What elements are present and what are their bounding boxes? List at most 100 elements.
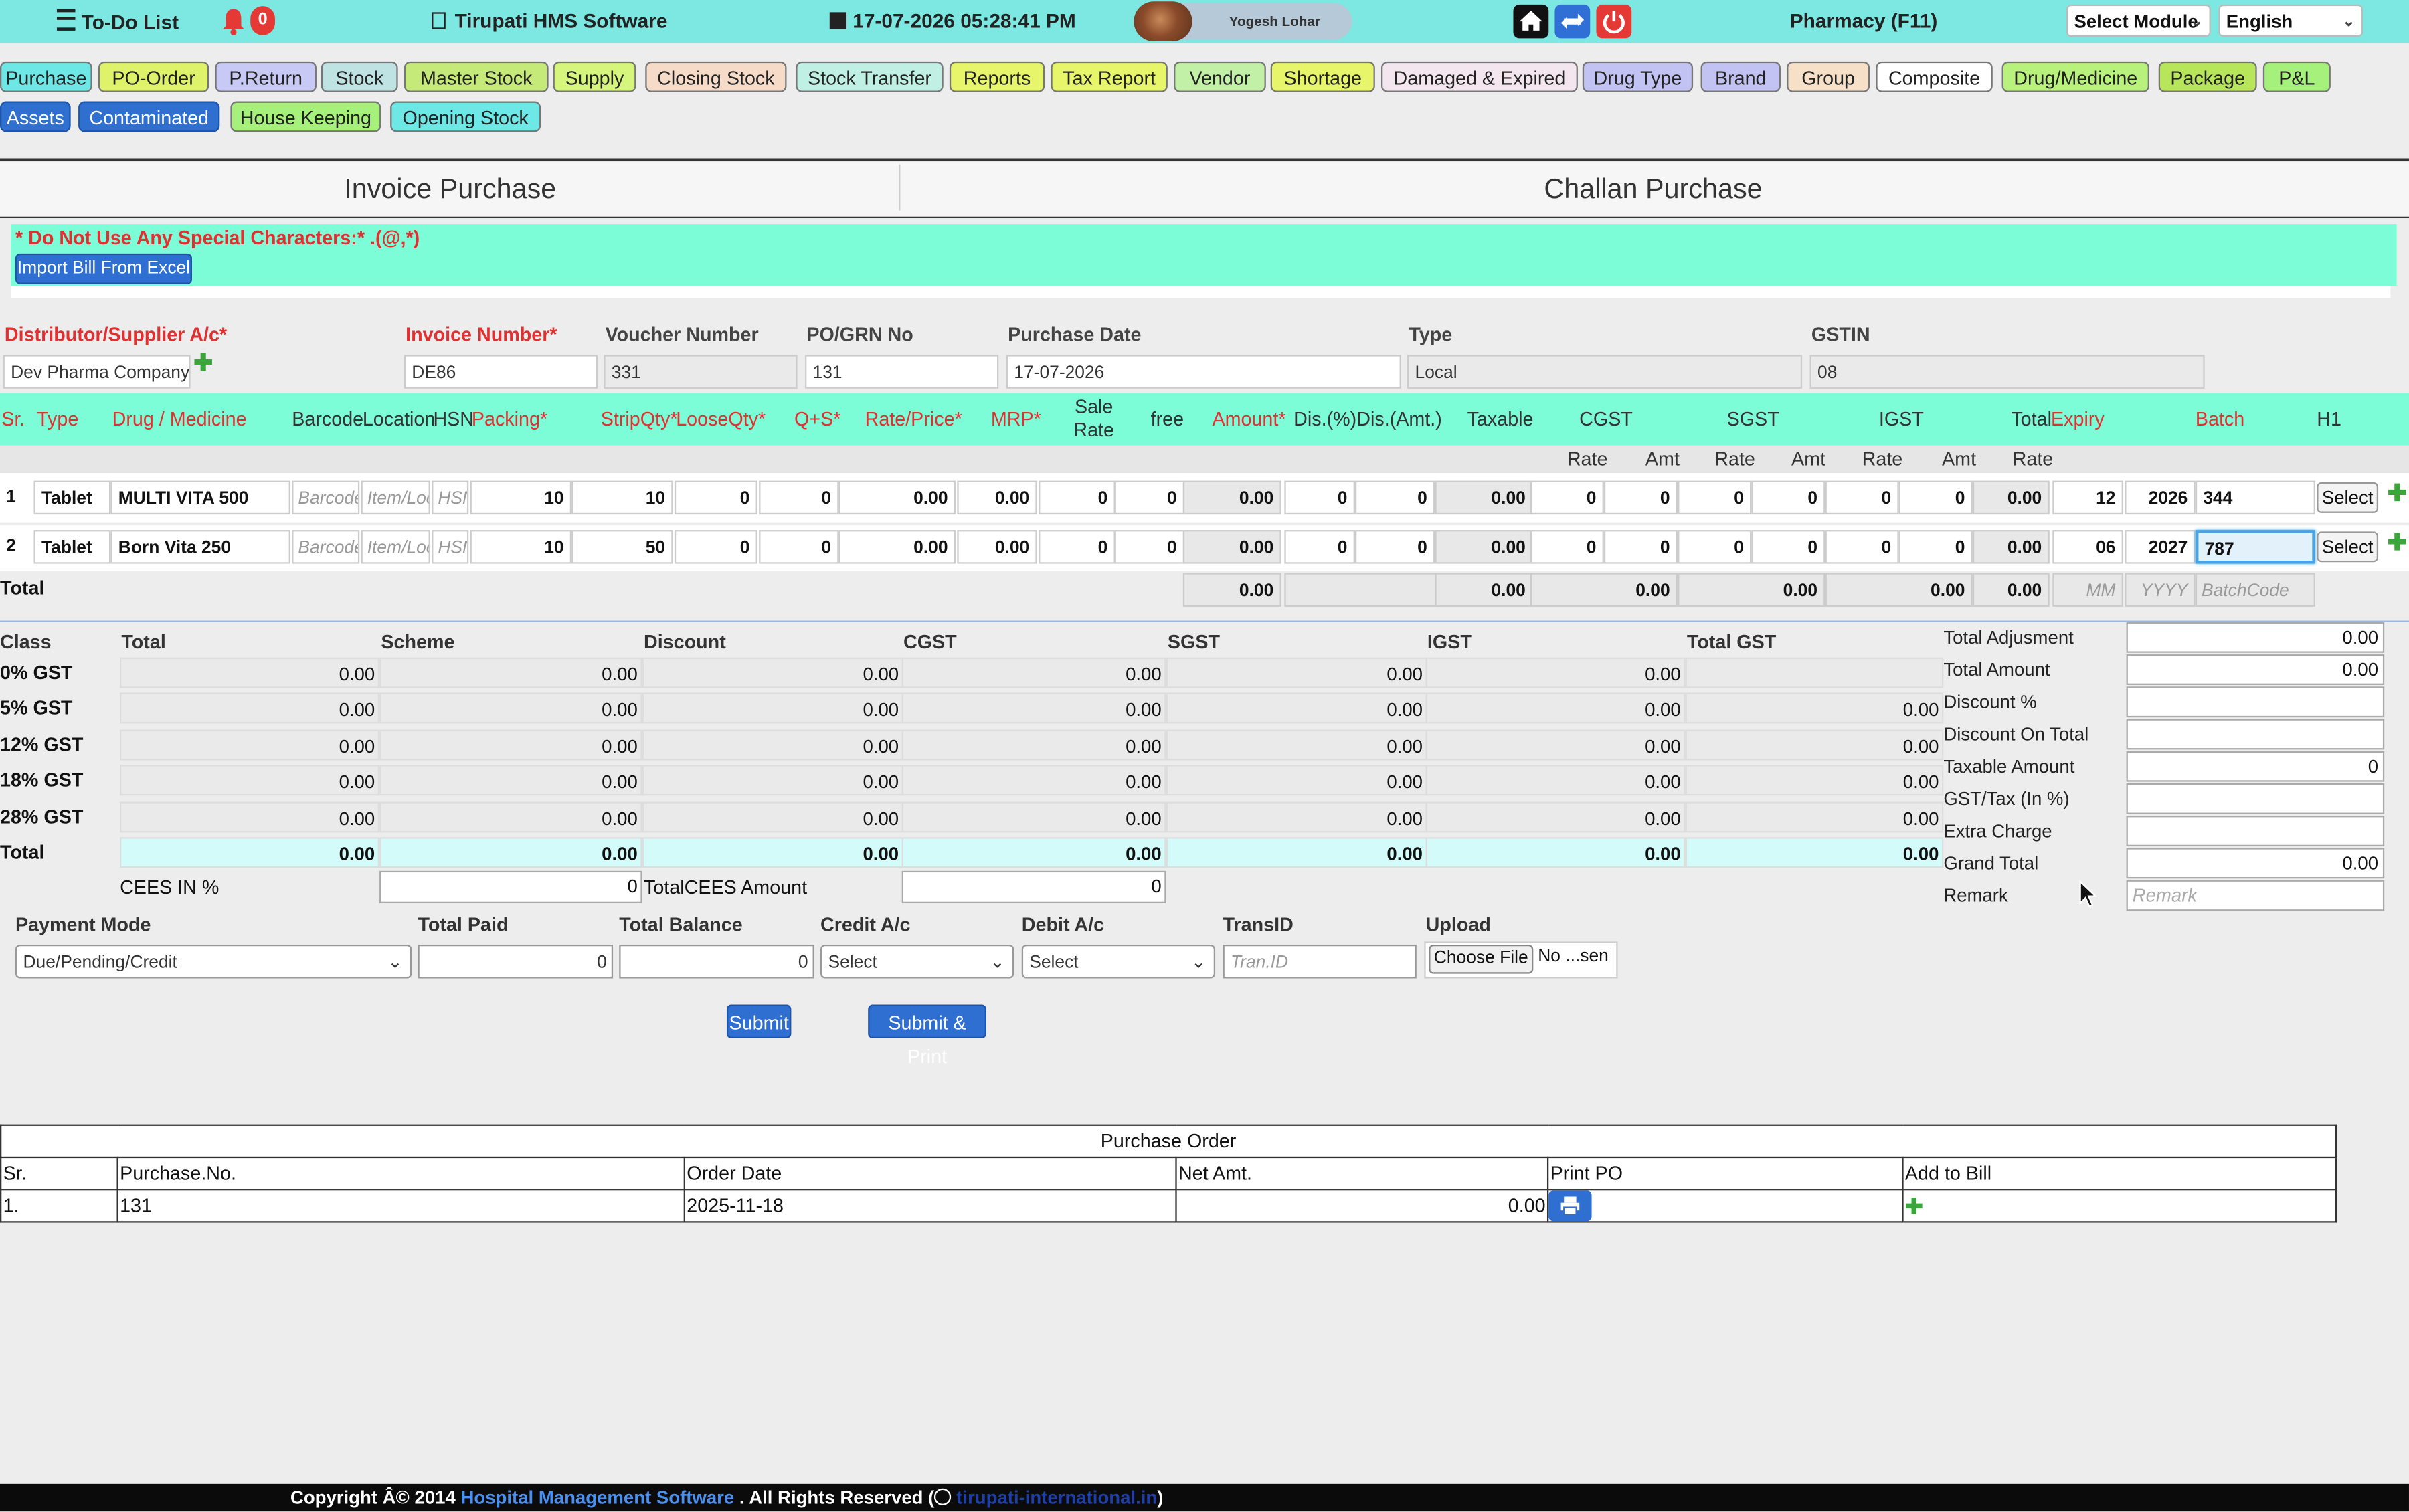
footer-link-hms[interactable]: Hospital Management Software [460, 1487, 734, 1508]
invoice-field[interactable]: DE86 [404, 355, 598, 389]
total-paid-input[interactable]: 0 [418, 944, 614, 979]
nav-composite-button[interactable]: Composite [1876, 61, 1993, 92]
item-ph-barcode-cell[interactable]: Barcode [292, 530, 360, 564]
item-qs-cell[interactable]: 0 [759, 530, 839, 564]
nav-closing-stock-button[interactable]: Closing Stock [645, 61, 787, 92]
credit-ac-select[interactable]: Select ⌄ [820, 944, 1014, 979]
item-sgst_amt-cell[interactable]: 0 [1751, 480, 1825, 515]
nav-house-keeping-button[interactable]: House Keeping [230, 101, 381, 132]
item-cgst_amt-cell[interactable]: 0 [1603, 480, 1678, 515]
nav-purchase-button[interactable]: Purchase [0, 61, 92, 92]
nav-package-button[interactable]: Package [2158, 61, 2257, 92]
choose-file-button[interactable]: Choose File [1429, 944, 1534, 974]
item-sale-cell[interactable]: 0 [1039, 530, 1116, 564]
item-exp_yyyy-cell[interactable]: 2026 [2125, 480, 2196, 515]
item-type-cell[interactable]: Tablet [33, 530, 111, 564]
item-drug-cell[interactable]: Born Vita 250 [110, 530, 290, 564]
nav-shortage-button[interactable]: Shortage [1270, 61, 1375, 92]
todo-list-link[interactable]: To-Do List [56, 9, 179, 34]
nav-p-l-button[interactable]: P&L [2262, 61, 2331, 92]
footer-link-site[interactable]: tirupati-international.in [956, 1487, 1157, 1508]
item-ph-hsn-cell[interactable]: HSN [432, 530, 469, 564]
nav-stock-transfer-button[interactable]: Stock Transfer [796, 61, 944, 92]
type-field[interactable]: Local [1407, 355, 1803, 389]
nav-brand-button[interactable]: Brand [1700, 61, 1781, 92]
nav-damaged-expired-button[interactable]: Damaged & Expired [1381, 61, 1578, 92]
import-excel-button[interactable]: Import Bill From Excel [15, 253, 192, 284]
item-strip-cell[interactable]: 10 [571, 480, 673, 515]
bell-icon[interactable] [221, 6, 246, 37]
item-free-cell[interactable]: 0 [1113, 530, 1185, 564]
item-cgst_amt-cell[interactable]: 0 [1603, 530, 1678, 564]
item-mrp-cell[interactable]: 0.00 [957, 530, 1037, 564]
summary-value-field[interactable] [2126, 816, 2385, 847]
item-cgst_rate-cell[interactable]: 0 [1530, 480, 1604, 515]
item-disamt-cell[interactable]: 0 [1354, 530, 1435, 564]
nav-p-return-button[interactable]: P.Return [215, 61, 317, 92]
po-field[interactable]: 131 [805, 355, 999, 389]
item-qs-cell[interactable]: 0 [759, 480, 839, 515]
item-igst_amt-cell[interactable]: 0 [1898, 530, 1973, 564]
voucher-field[interactable]: 331 [604, 355, 798, 389]
logout-button[interactable] [1596, 4, 1632, 39]
item-mrp-cell[interactable]: 0.00 [957, 480, 1037, 515]
nav-drug-type-button[interactable]: Drug Type [1582, 61, 1694, 92]
nav-contaminated-button[interactable]: Contaminated [78, 101, 220, 132]
item-free-cell[interactable]: 0 [1113, 480, 1185, 515]
item-disp-cell[interactable]: 0 [1284, 530, 1355, 564]
nav-tax-report-button[interactable]: Tax Report [1051, 61, 1168, 92]
nav-master-stock-button[interactable]: Master Stock [404, 61, 549, 92]
language-dropdown[interactable]: English ⌄ [2218, 4, 2363, 37]
item-loose-cell[interactable]: 0 [674, 530, 757, 564]
item-rate-cell[interactable]: 0.00 [838, 480, 956, 515]
item-loose-cell[interactable]: 0 [674, 480, 757, 515]
item-ph-barcode-cell[interactable]: Barcode [292, 480, 360, 515]
tab-challan-purchase[interactable]: Challan Purchase [1544, 173, 1762, 205]
nav-supply-button[interactable]: Supply [553, 61, 636, 92]
summary-value-field[interactable]: 0.00 [2126, 848, 2385, 879]
nav-opening-stock-button[interactable]: Opening Stock [390, 101, 541, 132]
add-to-bill-icon[interactable]: ✚ [1905, 1193, 1923, 1218]
total-balance-input[interactable]: 0 [619, 944, 814, 979]
item-exp_yyyy-cell[interactable]: 2027 [2125, 530, 2196, 564]
switch-button[interactable] [1554, 4, 1591, 39]
summary-value-field[interactable]: 0 [2126, 751, 2385, 782]
submit-button[interactable]: Submit [726, 1004, 792, 1039]
select-module-dropdown[interactable]: Select Module ⌄ [2066, 4, 2211, 37]
submit-print-button[interactable]: Submit & Print [868, 1004, 986, 1068]
expiry-mm-placeholder[interactable]: MM [2052, 573, 2123, 607]
transid-input[interactable]: Tran.ID [1223, 944, 1417, 979]
summary-value-field[interactable] [2126, 783, 2385, 814]
h1-select-button[interactable]: Select [2317, 531, 2379, 563]
item-disamt-cell[interactable]: 0 [1354, 480, 1435, 515]
nav-stock-button[interactable]: Stock [321, 61, 398, 92]
item-drug-cell[interactable]: MULTI VITA 500 [110, 480, 290, 515]
nav-po-order-button[interactable]: PO-Order [98, 61, 209, 92]
item-ph-hsn-cell[interactable]: HSN [432, 480, 469, 515]
purchase-date-field[interactable]: 17-07-2026 [1006, 355, 1401, 389]
item-batch-cell[interactable]: 787 [2195, 530, 2315, 564]
item-cgst_rate-cell[interactable]: 0 [1530, 530, 1604, 564]
item-igst_amt-cell[interactable]: 0 [1898, 480, 1973, 515]
summary-value-field[interactable]: 0.00 [2126, 622, 2385, 653]
item-sgst_rate-cell[interactable]: 0 [1678, 480, 1752, 515]
expiry-yyyy-placeholder[interactable]: YYYY [2125, 573, 2196, 607]
avatar[interactable] [1134, 1, 1192, 41]
nav-vendor-button[interactable]: Vendor [1174, 61, 1266, 92]
remark-input[interactable]: Remark [2126, 880, 2385, 911]
item-packing-cell[interactable]: 10 [470, 530, 572, 564]
nav-group-button[interactable]: Group [1787, 61, 1870, 92]
distributor-field[interactable]: Dev Pharma Company P [3, 355, 191, 389]
tab-invoice-purchase[interactable]: Invoice Purchase [344, 173, 556, 205]
home-button[interactable] [1513, 4, 1549, 39]
item-exp_mm-cell[interactable]: 12 [2052, 480, 2123, 515]
item-batch-cell[interactable]: 344 [2195, 480, 2315, 515]
nav-assets-button[interactable]: Assets [0, 101, 71, 132]
batchcode-placeholder[interactable]: BatchCode [2195, 573, 2315, 607]
item-packing-cell[interactable]: 10 [470, 480, 572, 515]
item-sgst_amt-cell[interactable]: 0 [1751, 530, 1825, 564]
add-row-icon[interactable]: ✚ [2388, 529, 2407, 556]
total-cees-input[interactable]: 0 [901, 870, 1166, 903]
payment-mode-select[interactable]: Due/Pending/Credit ⌄ [15, 944, 412, 979]
summary-value-field[interactable]: 0.00 [2126, 654, 2385, 685]
